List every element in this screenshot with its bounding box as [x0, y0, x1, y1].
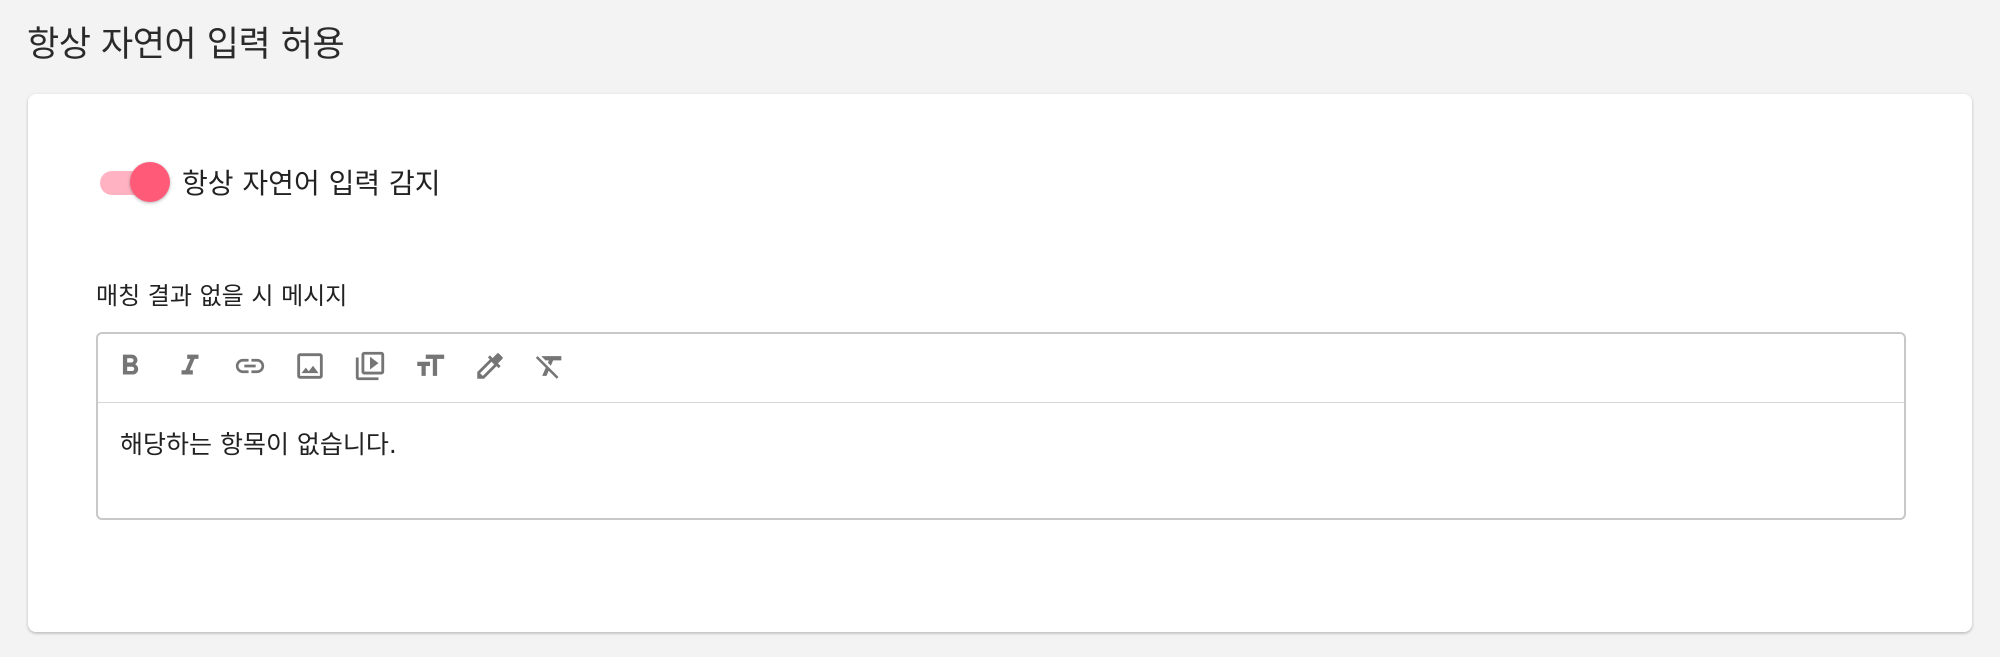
image-icon: [293, 349, 327, 387]
natural-language-toggle[interactable]: 항상 자연어 입력 감지: [98, 152, 441, 212]
color-button[interactable]: [470, 348, 510, 388]
no-match-message-label: 매칭 결과 없을 시 메시지: [96, 282, 348, 310]
video-button[interactable]: [350, 348, 390, 388]
editor-content[interactable]: 해당하는 항목이 없습니다.: [98, 403, 1904, 483]
rich-text-editor: 해당하는 항목이 없습니다.: [96, 332, 1906, 520]
toggle-thumb[interactable]: [130, 162, 170, 202]
image-button[interactable]: [290, 348, 330, 388]
editor-toolbar: [98, 334, 1904, 403]
clear-format-icon: [533, 349, 567, 387]
clear-format-button[interactable]: [530, 348, 570, 388]
page-title: 항상 자연어 입력 허용: [27, 25, 345, 65]
toggle-label: 항상 자연어 입력 감지: [182, 167, 441, 200]
bold-button[interactable]: [110, 348, 150, 388]
italic-button[interactable]: [170, 348, 210, 388]
link-button[interactable]: [230, 348, 270, 388]
italic-icon: [173, 349, 207, 387]
font-size-button[interactable]: [410, 348, 450, 388]
settings-card: 항상 자연어 입력 감지 매칭 결과 없을 시 메시지 해당하는 항목이 없습니…: [28, 94, 1972, 632]
bold-icon: [113, 349, 147, 387]
link-icon: [233, 349, 267, 387]
text-size-icon: [413, 349, 447, 387]
toggle-switch[interactable]: [98, 162, 170, 202]
video-library-icon: [353, 349, 387, 387]
eyedropper-icon: [473, 349, 507, 387]
